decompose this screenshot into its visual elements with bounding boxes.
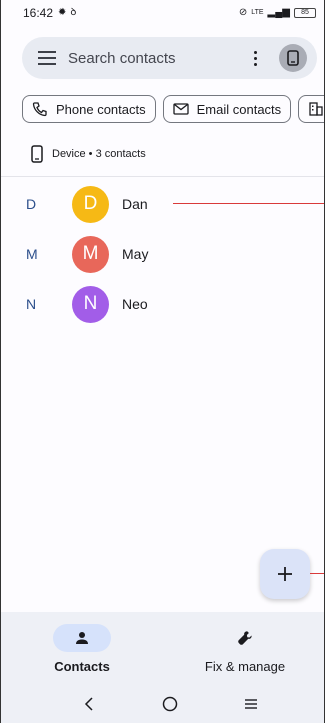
search-input[interactable]: Search contacts <box>68 50 176 67</box>
contact-name: Dan <box>122 196 148 212</box>
phone-device-icon <box>31 145 43 163</box>
contact-avatar: N <box>72 285 109 323</box>
back-icon[interactable] <box>77 692 101 716</box>
building-icon <box>309 102 323 116</box>
phone-icon <box>32 102 47 117</box>
contact-row-dan[interactable]: D D Dan <box>1 180 324 228</box>
section-letter: M <box>26 246 38 262</box>
more-options-icon[interactable] <box>245 48 265 68</box>
contact-name: May <box>122 246 149 262</box>
settings-gear-icon: ✹ <box>58 7 67 18</box>
chip-email-contacts[interactable]: Email contacts <box>162 95 292 123</box>
wrench-icon <box>238 631 252 645</box>
person-icon <box>76 632 88 644</box>
mute-icon: ⊘ <box>238 7 248 18</box>
battery-icon: 85 <box>294 8 316 18</box>
device-icon <box>287 50 299 66</box>
contact-row-neo[interactable]: N N Neo <box>1 280 324 328</box>
notification-icon: ꝺ <box>70 7 77 18</box>
account-source-label: Device • 3 contacts <box>52 148 146 160</box>
home-icon[interactable] <box>158 692 182 716</box>
annotation-line <box>173 203 324 204</box>
annotation-line <box>310 573 324 574</box>
contact-row-may[interactable]: M M May <box>1 230 324 278</box>
search-bar[interactable]: Search contacts <box>22 37 317 79</box>
contact-avatar: D <box>72 185 109 223</box>
account-avatar[interactable] <box>279 44 307 72</box>
contact-avatar: M <box>72 235 109 273</box>
section-letter: N <box>26 296 37 312</box>
contact-name: Neo <box>122 296 148 312</box>
status-bar: 16:42 ✹ ꝺ ⊘ LTE ▂▄▆ 85 <box>1 0 324 26</box>
signal-icon: ▂▄▆ <box>267 7 290 18</box>
nav-label-fix-manage: Fix & manage <box>204 659 286 674</box>
plus-icon <box>278 567 292 581</box>
section-letter: D <box>26 196 37 212</box>
account-source-row[interactable]: Device • 3 contacts <box>31 145 146 163</box>
status-time: 16:42 <box>23 6 54 20</box>
bottom-navigation: Contacts Fix & manage <box>1 612 324 682</box>
nav-label-contacts: Contacts <box>54 659 110 674</box>
add-contact-button[interactable] <box>260 549 310 599</box>
recents-menu-icon[interactable] <box>239 692 263 716</box>
nav-fix-manage[interactable]: Fix & manage <box>164 612 324 682</box>
filter-chips: Phone contacts Email contacts <box>22 95 324 123</box>
email-icon <box>172 103 189 115</box>
contacts-screen: 16:42 ✹ ꝺ ⊘ LTE ▂▄▆ 85 Search contacts P… <box>0 0 325 723</box>
menu-icon[interactable] <box>38 51 56 65</box>
chip-phone-contacts[interactable]: Phone contacts <box>22 95 156 123</box>
chip-organization[interactable] <box>298 95 324 123</box>
lte-icon: LTE <box>251 9 264 16</box>
system-navigation-bar <box>1 682 324 723</box>
nav-contacts[interactable]: Contacts <box>1 612 163 682</box>
divider <box>1 176 324 177</box>
